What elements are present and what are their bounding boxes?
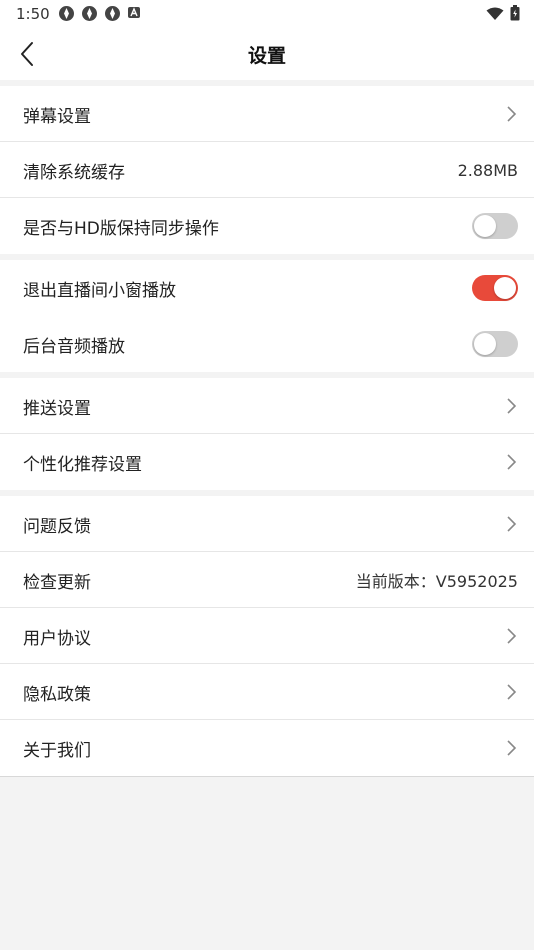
settings-item-personalized[interactable]: 个性化推荐设置 — [0, 434, 534, 490]
chevron-right-icon — [507, 740, 517, 756]
version-value: 当前版本：V5952025 — [355, 572, 518, 591]
wifi-icon — [486, 6, 504, 25]
settings-item-feedback[interactable]: 问题反馈 — [0, 496, 534, 552]
settings-item-label: 个性化推荐设置 — [23, 454, 142, 475]
settings-item-label: 清除系统缓存 — [23, 162, 125, 183]
status-time: 1:50 — [16, 5, 50, 23]
settings-item-danmaku[interactable]: 弹幕设置 — [0, 86, 534, 142]
chevron-right-icon — [507, 398, 517, 414]
settings-item-hd-sync: 是否与HD版保持同步操作 — [0, 198, 534, 254]
chevron-right-icon — [507, 516, 517, 532]
settings-item-label: 弹幕设置 — [23, 106, 91, 127]
notification-icons — [58, 5, 141, 22]
settings-group-about: 问题反馈 检查更新 当前版本：V5952025 用户协议 隐私政策 关于我们 — [0, 496, 534, 776]
status-right — [486, 5, 520, 25]
app-icon — [81, 5, 98, 22]
settings-item-label: 问题反馈 — [23, 516, 91, 537]
settings-item-push[interactable]: 推送设置 — [0, 378, 534, 434]
mini-window-toggle[interactable] — [472, 275, 518, 301]
cache-size-value: 2.88MB — [457, 160, 518, 180]
settings-item-mini-window: 退出直播间小窗播放 — [0, 260, 534, 316]
app-icon — [104, 5, 121, 22]
settings-item-label: 退出直播间小窗播放 — [23, 280, 176, 301]
a-icon — [127, 5, 141, 22]
settings-item-privacy[interactable]: 隐私政策 — [0, 664, 534, 720]
settings-item-label: 是否与HD版保持同步操作 — [23, 218, 219, 239]
settings-item-label: 检查更新 — [23, 572, 91, 593]
settings-list: 弹幕设置 清除系统缓存 2.88MB 是否与HD版保持同步操作 退出直播间小窗播… — [0, 80, 534, 777]
header: 设置 — [0, 28, 534, 80]
hd-sync-toggle[interactable] — [472, 213, 518, 239]
status-bar: 1:50 — [0, 0, 534, 28]
settings-item-check-update[interactable]: 检查更新 当前版本：V5952025 — [0, 552, 534, 608]
settings-group-push: 推送设置 个性化推荐设置 — [0, 378, 534, 490]
toggle-knob — [494, 277, 516, 299]
settings-item-background-audio: 后台音频播放 — [0, 316, 534, 372]
chevron-right-icon — [507, 684, 517, 700]
settings-group-danmaku: 弹幕设置 清除系统缓存 2.88MB 是否与HD版保持同步操作 — [0, 86, 534, 254]
settings-item-clear-cache[interactable]: 清除系统缓存 2.88MB — [0, 142, 534, 198]
background-audio-toggle[interactable] — [472, 331, 518, 357]
app-icon — [58, 5, 75, 22]
settings-item-label: 用户协议 — [23, 628, 91, 649]
settings-item-label: 关于我们 — [23, 740, 91, 761]
settings-item-label: 推送设置 — [23, 398, 91, 419]
list-bottom-divider — [0, 776, 534, 777]
settings-item-label: 后台音频播放 — [23, 336, 125, 357]
page-title: 设置 — [247, 45, 286, 67]
settings-group-playback: 退出直播间小窗播放 后台音频播放 — [0, 260, 534, 372]
settings-item-user-agreement[interactable]: 用户协议 — [0, 608, 534, 664]
toggle-knob — [474, 215, 496, 237]
chevron-right-icon — [507, 628, 517, 644]
toggle-knob — [474, 333, 496, 355]
chevron-right-icon — [507, 454, 517, 470]
battery-icon — [510, 5, 520, 25]
settings-item-label: 隐私政策 — [23, 684, 91, 705]
chevron-right-icon — [507, 106, 517, 122]
settings-item-about-us[interactable]: 关于我们 — [0, 720, 534, 776]
